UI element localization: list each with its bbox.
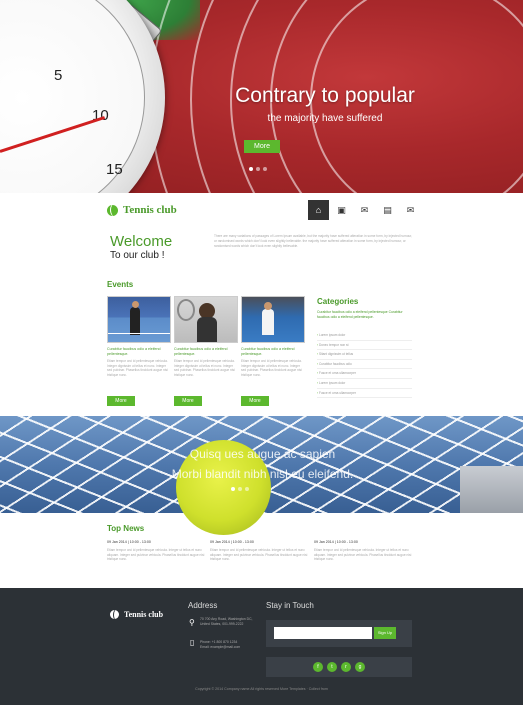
- signup-button[interactable]: Sign Up: [374, 627, 396, 639]
- copyright: Copyright © 2014 Company name All rights…: [195, 687, 328, 691]
- news-text: Etiam tempor orci id pellentesque vehicu…: [210, 548, 308, 562]
- hero-subtitle: the majority have suffered: [267, 113, 383, 124]
- touch-heading: Stay in Touch: [266, 601, 314, 610]
- category-link[interactable]: Curabitur faucibus odio: [317, 360, 412, 370]
- categories-intro: Curabitur faucibus odio a eleifend pelle…: [317, 310, 403, 319]
- event-text: Etiam tempor orci id pellentesque vehicu…: [241, 359, 302, 377]
- news-date: 09 Jan 2014 | 10:00 - 13:00: [210, 540, 254, 544]
- banner-line-2: Morbi blandit nibh nisl eu eleifend.: [171, 467, 354, 481]
- nav-contact[interactable]: ✉: [400, 200, 421, 220]
- tennis-ball-icon: [110, 610, 119, 619]
- events-heading: Events: [107, 280, 134, 289]
- nav-gallery[interactable]: ▤: [377, 200, 398, 220]
- nav-blog[interactable]: ✉: [354, 200, 375, 220]
- event-image[interactable]: [241, 296, 305, 343]
- facebook-icon[interactable]: f: [313, 662, 323, 672]
- address-text: 70 700 Any Road, Washington DC, United S…: [200, 617, 253, 626]
- main-nav: ⌂ ▣ ✉ ▤ ✉: [308, 200, 421, 220]
- event-text: Etiam tempor orci id pellentesque vehicu…: [174, 359, 235, 377]
- category-link[interactable]: Lorem ipsum dolor: [317, 331, 412, 341]
- site-logo[interactable]: Tennis club: [107, 204, 177, 216]
- logo-text: Tennis club: [123, 204, 177, 216]
- slider-dot[interactable]: [263, 167, 267, 171]
- newsletter-email-input[interactable]: [274, 627, 372, 639]
- event-image[interactable]: [107, 296, 171, 343]
- event-image[interactable]: [174, 296, 238, 343]
- event-card: Curabitur faucibus odio a eleifend pelle…: [107, 296, 171, 377]
- banner-dot[interactable]: [238, 487, 242, 491]
- welcome-text: There are many variations of passages of…: [214, 234, 413, 248]
- categories-list: Lorem ipsum dolor Donec tempor non st Si…: [317, 331, 412, 399]
- mail-icon: ✉: [406, 204, 415, 215]
- event-title: Curabitur faucibus odio a eleifend pelle…: [241, 347, 295, 356]
- hero-more-button[interactable]: More: [244, 140, 280, 153]
- slider-dot[interactable]: [249, 167, 253, 171]
- news-heading: Top News: [107, 524, 145, 533]
- news-date: 09 Jan 2014 | 10:00 - 13:00: [314, 540, 358, 544]
- banner-dot[interactable]: [245, 487, 249, 491]
- hero-title: Contrary to popular: [235, 84, 415, 107]
- news-text: Etiam tempor orci id pellentesque vehicu…: [314, 548, 412, 562]
- category-link[interactable]: Donec tempor non st: [317, 341, 412, 351]
- email-text[interactable]: Email: example@mail.com: [200, 645, 260, 650]
- footer-logo[interactable]: Tennis club: [110, 610, 163, 619]
- event-card: Curabitur faucibus odio a eleifend pelle…: [174, 296, 238, 377]
- slider-dots: [249, 167, 267, 171]
- social-links: f t r g: [266, 657, 412, 677]
- banner-line-1: Quisq ues augue ac sapien: [189, 447, 336, 461]
- welcome-subtitle: To our club !: [110, 250, 165, 261]
- welcome-title: Welcome: [110, 233, 173, 250]
- tennis-ball-icon: [107, 204, 118, 216]
- news-item: 09 Jan 2014 | 10:00 - 13:00 Etiam tempor…: [314, 540, 412, 562]
- category-link[interactable]: Sitant dignissim ut tellus: [317, 350, 412, 360]
- address-heading: Address: [188, 601, 218, 610]
- slider-dot[interactable]: [256, 167, 260, 171]
- banner-dots: [231, 487, 249, 491]
- home-icon: ⌂: [315, 205, 322, 215]
- event-more-button[interactable]: More: [107, 396, 135, 406]
- news-item: 09 Jan 2014 | 10:00 - 13:00 Etiam tempor…: [107, 540, 205, 562]
- twitter-icon[interactable]: t: [327, 662, 337, 672]
- banner-dot[interactable]: [231, 487, 235, 491]
- category-link[interactable]: Fusce et urna ullamcorper: [317, 369, 412, 379]
- event-title: Curabitur faucibus odio a eleifend pelle…: [107, 347, 161, 356]
- nav-services[interactable]: ▣: [331, 200, 352, 220]
- category-link[interactable]: Lorem ipsum dolor: [317, 379, 412, 389]
- phone-text: Phone: +1 800 870 1234: [200, 640, 238, 644]
- nav-home[interactable]: ⌂: [308, 200, 329, 220]
- category-link[interactable]: Fusce et urna ullamcorper: [317, 389, 412, 399]
- event-card: Curabitur faucibus odio a eleifend pelle…: [241, 296, 305, 377]
- google-plus-icon[interactable]: g: [355, 662, 365, 672]
- chat-icon: ✉: [360, 204, 369, 215]
- footer-logo-text: Tennis club: [124, 610, 164, 619]
- news-item: 09 Jan 2014 | 10:00 - 13:00 Etiam tempor…: [210, 540, 308, 562]
- location-pin-icon: ⚲: [189, 618, 195, 627]
- event-text: Etiam tempor orci id pellentesque vehicu…: [107, 359, 168, 377]
- categories-heading: Categories: [317, 297, 359, 306]
- news-text: Etiam tempor orci id pellentesque vehicu…: [107, 548, 205, 562]
- news-date: 09 Jan 2014 | 10:00 - 13:00: [107, 540, 151, 544]
- phone-icon: ▯: [190, 638, 195, 647]
- event-more-button[interactable]: More: [174, 396, 202, 406]
- watch-number: 5: [54, 67, 63, 84]
- rss-icon[interactable]: r: [341, 662, 351, 672]
- hero-slider: 5 10 15 Contrary to popular the majority…: [0, 0, 523, 193]
- briefcase-icon: ▣: [337, 204, 346, 215]
- event-title: Curabitur faucibus odio a eleifend pelle…: [174, 347, 228, 356]
- event-more-button[interactable]: More: [241, 396, 269, 406]
- watch-number: 15: [106, 161, 123, 178]
- gallery-icon: ▤: [383, 204, 392, 215]
